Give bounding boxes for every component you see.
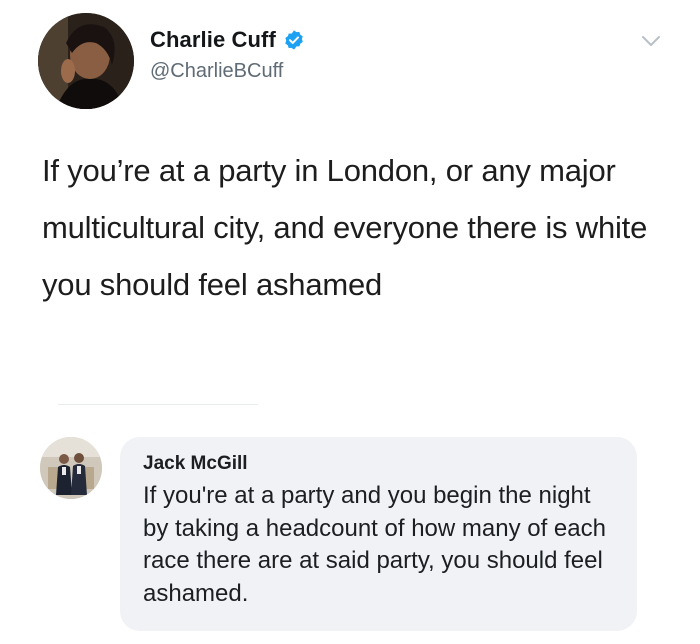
author-display-name[interactable]: Charlie Cuff xyxy=(150,27,276,53)
verified-badge-icon xyxy=(285,30,303,50)
reply-comment-bubble: Jack McGill If you're at a party and you… xyxy=(120,437,637,631)
avatar-photo xyxy=(40,437,102,499)
reply-author-name[interactable]: Jack McGill xyxy=(143,452,619,476)
author-handle[interactable]: @CharlieBCuff xyxy=(150,60,283,83)
reply-text: If you're at a party and you begin the n… xyxy=(143,482,606,607)
avatar-photo xyxy=(38,13,134,109)
chevron-down-icon[interactable] xyxy=(641,34,661,48)
tweet-text: If you’re at a party in London, or any m… xyxy=(42,153,648,302)
author-name-row: Charlie Cuff xyxy=(150,27,305,53)
author-avatar[interactable] xyxy=(38,13,134,109)
divider xyxy=(58,404,258,405)
reply-author-avatar[interactable] xyxy=(40,437,102,499)
